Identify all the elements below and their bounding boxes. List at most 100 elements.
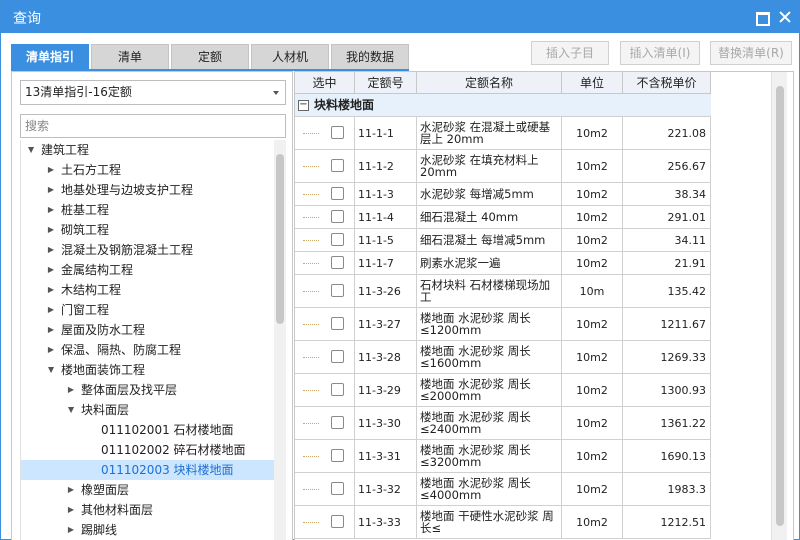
table-row[interactable]: 11-3-27 楼地面 水泥砂浆 周长≤1200mm 10m2 1211.67 <box>295 308 711 341</box>
tree-scrollbar[interactable] <box>274 140 286 540</box>
table-row[interactable]: 11-3-32 楼地面 水泥砂浆 周长≤4000mm 10m2 1983.3 <box>295 473 711 506</box>
expanded-arrow-icon[interactable]: ▲ <box>25 140 37 160</box>
insert-child-button[interactable]: 插入子目 <box>531 41 609 65</box>
tree-line <box>303 456 319 457</box>
tree-node[interactable]: 011102002 碎石材楼地面 <box>85 440 246 460</box>
row-checkbox[interactable] <box>331 284 344 297</box>
cell-name: 楼地面 水泥砂浆 周长≤1200mm <box>417 308 562 340</box>
table-row[interactable]: 11-1-7 刷素水泥浆一遍 10m2 21.91 <box>295 252 711 275</box>
header-code[interactable]: 定额号 <box>355 72 417 94</box>
row-checkbox[interactable] <box>331 159 344 172</box>
tree-node[interactable]: ▲ 楼地面装饰工程 <box>45 360 145 380</box>
row-checkbox[interactable] <box>331 126 344 139</box>
tree-node[interactable]: ▶ 桩基工程 <box>45 200 109 220</box>
table-row[interactable]: 11-1-5 细石混凝土 每增减5mm 10m2 34.11 <box>295 229 711 252</box>
table-row[interactable]: 11-1-4 细石混凝土 40mm 10m2 291.01 <box>295 206 711 229</box>
collapsed-arrow-icon[interactable]: ▶ <box>65 520 77 540</box>
tree-node[interactable]: ▶ 保温、隔热、防腐工程 <box>45 340 181 360</box>
table-row[interactable]: 11-3-31 楼地面 水泥砂浆 周长≤3200mm 10m2 1690.13 <box>295 440 711 473</box>
header-select[interactable]: 选中 <box>295 72 355 94</box>
tree-node[interactable]: ▶ 木结构工程 <box>45 280 121 300</box>
table-row[interactable]: 11-3-30 楼地面 水泥砂浆 周长≤2400mm 10m2 1361.22 <box>295 407 711 440</box>
tree-node[interactable]: ▶ 整体面层及找平层 <box>65 380 177 400</box>
tab-my-data[interactable]: 我的数据 <box>331 44 409 70</box>
tree-node[interactable]: ▶ 土石方工程 <box>45 160 121 180</box>
row-checkbox[interactable] <box>331 482 344 495</box>
table-row[interactable]: 11-1-1 水泥砂浆 在混凝土或硬基层上 20mm 10m2 221.08 <box>295 117 711 150</box>
tree-node[interactable]: ▶ 屋面及防水工程 <box>45 320 145 340</box>
table-row[interactable]: 11-3-28 楼地面 水泥砂浆 周长≤1600mm 10m2 1269.33 <box>295 341 711 374</box>
tree-node[interactable]: ▶ 地基处理与边坡支护工程 <box>45 180 193 200</box>
tab-list[interactable]: 清单 <box>91 44 169 70</box>
close-icon[interactable] <box>777 9 793 25</box>
tree-node[interactable]: ▶ 混凝土及钢筋混凝土工程 <box>45 240 193 260</box>
tree-node[interactable]: ▶ 金属结构工程 <box>45 260 133 280</box>
maximize-icon[interactable] <box>753 9 770 26</box>
tree-node[interactable]: ▶ 其他材料面层 <box>65 500 153 520</box>
tree-node[interactable]: 011102003 块料楼地面 <box>21 460 274 480</box>
row-checkbox[interactable] <box>331 515 344 528</box>
tree-node[interactable]: 011102001 石材楼地面 <box>85 420 234 440</box>
tree-node[interactable]: ▲ 块料面层 <box>65 400 129 420</box>
collapsed-arrow-icon[interactable]: ▶ <box>65 500 77 520</box>
cell-code-text: 11-1-4 <box>358 210 394 224</box>
header-name[interactable]: 定额名称 <box>417 72 562 94</box>
cell-name-text: 楼地面 水泥砂浆 周长≤1600mm <box>420 344 531 370</box>
tree-node[interactable]: ▲ 建筑工程 <box>25 140 89 160</box>
table-row[interactable]: 11-1-2 水泥砂浆 在填充材料上 20mm 10m2 256.67 <box>295 150 711 183</box>
cell-name-text: 水泥砂浆 每增减5mm <box>420 187 534 201</box>
cell-name: 楼地面 水泥砂浆 周长≤2000mm <box>417 374 562 406</box>
tab-list-guide[interactable]: 清单指引 <box>11 44 89 70</box>
title-bar[interactable]: 查询 <box>1 1 799 33</box>
search-input[interactable] <box>20 114 286 138</box>
tree-node[interactable]: ▶ 橡塑面层 <box>65 480 129 500</box>
row-checkbox[interactable] <box>331 317 344 330</box>
collapse-icon[interactable]: − <box>298 100 309 111</box>
header-price[interactable]: 不含税单价 <box>623 72 711 94</box>
expanded-arrow-icon[interactable]: ▲ <box>45 360 57 380</box>
collapsed-arrow-icon[interactable]: ▶ <box>45 340 57 360</box>
row-checkbox[interactable] <box>331 256 344 269</box>
grid-scrollbar-thumb[interactable] <box>776 86 784 526</box>
row-checkbox[interactable] <box>331 187 344 200</box>
collapsed-arrow-icon[interactable]: ▶ <box>65 480 77 500</box>
expanded-arrow-icon[interactable]: ▲ <box>65 400 77 420</box>
grid-scrollbar[interactable] <box>771 72 787 540</box>
table-row[interactable]: 11-3-26 石材块料 石材楼梯现场加工 10m 135.42 <box>295 275 711 308</box>
group-row[interactable]: − 块料楼地面 <box>295 94 711 117</box>
tree-line <box>303 357 319 358</box>
collapsed-arrow-icon[interactable]: ▶ <box>45 200 57 220</box>
tree-node[interactable]: ▶ 踢脚线 <box>65 520 117 540</box>
collapsed-arrow-icon[interactable]: ▶ <box>45 240 57 260</box>
insert-list-button[interactable]: 插入清单(I) <box>620 41 700 65</box>
collapsed-arrow-icon[interactable]: ▶ <box>45 280 57 300</box>
collapsed-arrow-icon[interactable]: ▶ <box>45 260 57 280</box>
header-unit[interactable]: 单位 <box>562 72 623 94</box>
tab-quota[interactable]: 定额 <box>171 44 249 70</box>
tree-node[interactable]: ▶ 砌筑工程 <box>45 220 109 240</box>
tree-node[interactable]: ▶ 门窗工程 <box>45 300 109 320</box>
tab-labor-material-machine[interactable]: 人材机 <box>251 44 329 70</box>
table-row[interactable]: 11-3-29 楼地面 水泥砂浆 周长≤2000mm 10m2 1300.93 <box>295 374 711 407</box>
row-checkbox[interactable] <box>331 383 344 396</box>
collapsed-arrow-icon[interactable]: ▶ <box>45 180 57 200</box>
cell-unit: 10m2 <box>562 506 623 538</box>
tree-scrollbar-thumb[interactable] <box>276 154 284 324</box>
collapsed-arrow-icon[interactable]: ▶ <box>45 300 57 320</box>
library-select[interactable]: 13清单指引-16定额 <box>20 80 286 105</box>
collapsed-arrow-icon[interactable]: ▶ <box>45 320 57 340</box>
collapsed-arrow-icon[interactable]: ▶ <box>45 160 57 180</box>
replace-list-button[interactable]: 替换清单(R) <box>710 41 792 65</box>
tree-line <box>303 217 319 218</box>
table-row[interactable]: 11-1-3 水泥砂浆 每增减5mm 10m2 38.34 <box>295 183 711 206</box>
row-checkbox[interactable] <box>331 233 344 246</box>
table-row[interactable]: 11-3-33 楼地面 干硬性水泥砂浆 周长≤ 10m2 1212.51 <box>295 506 711 539</box>
row-checkbox[interactable] <box>331 449 344 462</box>
row-checkbox[interactable] <box>331 416 344 429</box>
collapsed-arrow-icon[interactable]: ▶ <box>45 220 57 240</box>
row-checkbox[interactable] <box>331 210 344 223</box>
cell-code: 11-3-32 <box>355 473 417 505</box>
collapsed-arrow-icon[interactable]: ▶ <box>65 380 77 400</box>
row-checkbox[interactable] <box>331 350 344 363</box>
cell-price: 38.34 <box>623 183 711 205</box>
